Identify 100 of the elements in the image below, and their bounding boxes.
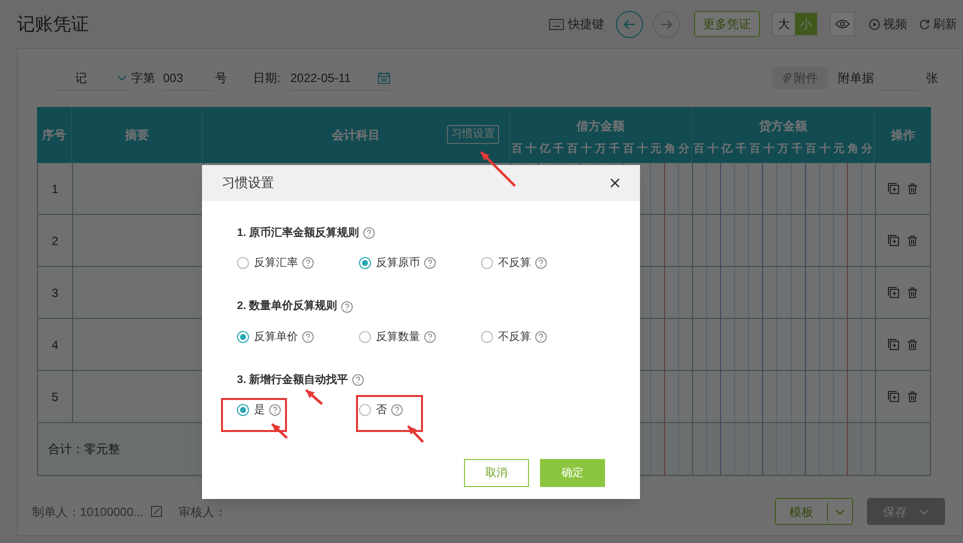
annotation-box <box>356 395 423 432</box>
digit-label: 千 <box>608 142 621 157</box>
video-button[interactable]: 视频 <box>869 15 907 33</box>
refresh-icon <box>919 18 930 30</box>
close-icon[interactable] <box>610 178 620 188</box>
row-number: 2 <box>38 215 73 266</box>
maker-name: 10100000... <box>80 504 144 520</box>
help-icon[interactable] <box>302 257 314 270</box>
column-header: 贷方金额 <box>758 118 808 135</box>
digit-label: 百 <box>566 142 580 157</box>
edit-icon[interactable] <box>151 506 162 517</box>
forward-button[interactable] <box>653 10 680 38</box>
digit-label: 元 <box>650 142 663 157</box>
digit-label: 百 <box>804 142 818 157</box>
help-icon[interactable] <box>424 257 436 270</box>
row-number: 5 <box>38 371 73 422</box>
habit-settings-button[interactable]: 习惯设置 <box>447 125 499 144</box>
radio-option[interactable]: 反算数量 <box>359 328 420 345</box>
digit-label: 百 <box>510 142 524 157</box>
help-icon[interactable] <box>302 330 314 343</box>
digit-label: 十 <box>762 142 776 157</box>
digit-label: 十 <box>706 142 720 157</box>
page-title: 记账凭证 <box>17 12 89 36</box>
total-text: 合计：零元整 <box>48 441 120 458</box>
back-button[interactable] <box>616 10 643 38</box>
help-icon[interactable] <box>535 330 547 343</box>
play-icon <box>869 18 880 30</box>
section-title: 3. 新增行金额自动找平 <box>237 372 348 388</box>
help-icon[interactable] <box>363 227 376 239</box>
radio-option[interactable]: 是 <box>237 402 265 418</box>
trash-icon[interactable] <box>907 339 918 350</box>
insert-row-icon[interactable] <box>888 235 899 246</box>
keyboard-icon <box>549 18 564 30</box>
maker-label: 制单人： <box>32 504 80 520</box>
voucher-type-dropdown[interactable]: 记 <box>55 65 129 91</box>
radio-option[interactable]: 不反算 <box>481 328 531 345</box>
digit-label: 角 <box>846 142 860 157</box>
section-title: 1. 原币汇率金额反算规则 <box>237 226 360 241</box>
radio-option[interactable]: 反算原币 <box>359 255 420 272</box>
digit-label: 十 <box>524 142 538 157</box>
template-button[interactable]: 模板 <box>775 498 853 525</box>
help-icon[interactable] <box>269 404 281 416</box>
digit-label: 亿 <box>538 142 552 157</box>
reviewer-label: 审核人： <box>178 504 226 520</box>
chevron-down-icon <box>117 74 127 80</box>
chevron-down-icon <box>835 508 845 514</box>
digit-label: 百 <box>692 142 706 157</box>
annotation-arrow <box>407 425 424 443</box>
annotation-arrow <box>305 389 323 405</box>
insert-row-icon[interactable] <box>888 287 899 298</box>
radio-option[interactable]: 否 <box>359 402 387 418</box>
digit-label: 元 <box>832 142 846 157</box>
digit-label: 万 <box>594 142 607 157</box>
help-icon[interactable] <box>391 404 403 416</box>
digit-label: 百 <box>622 142 635 157</box>
help-icon[interactable] <box>424 330 436 343</box>
view-button[interactable] <box>830 12 855 36</box>
eye-icon <box>835 19 850 29</box>
radio-option[interactable]: 反算汇率 <box>237 255 298 272</box>
trash-icon[interactable] <box>907 287 918 298</box>
shortcut-button[interactable]: 快捷键 <box>549 15 604 33</box>
help-icon[interactable] <box>352 374 364 386</box>
more-vouchers-button[interactable]: 更多凭证 <box>694 11 760 37</box>
number-suffix: 号 <box>215 70 227 87</box>
trash-icon[interactable] <box>907 183 918 194</box>
digit-label: 千 <box>790 142 804 157</box>
chevron-down-icon <box>919 508 929 514</box>
help-icon[interactable] <box>535 257 547 270</box>
column-header: 借方金额 <box>575 118 626 135</box>
calendar-icon <box>378 72 390 84</box>
annotation-box <box>221 398 287 432</box>
row-number: 1 <box>38 163 73 214</box>
confirm-button[interactable]: 确定 <box>540 459 605 487</box>
refresh-button[interactable]: 刷新 <box>919 15 957 33</box>
radio-option[interactable]: 不反算 <box>481 255 531 272</box>
date-label: 日期: <box>253 70 280 87</box>
voucher-number-field[interactable]: 003 <box>163 65 213 91</box>
docs-unit: 张 <box>926 70 938 87</box>
insert-row-icon[interactable] <box>888 183 899 194</box>
row-number: 3 <box>38 267 73 318</box>
digit-label: 分 <box>678 142 691 157</box>
help-icon[interactable] <box>341 300 354 312</box>
digit-label: 分 <box>860 142 874 157</box>
radio-option[interactable]: 反算单价 <box>237 328 298 345</box>
attached-docs-label: 附单据 <box>838 70 874 87</box>
word-label: 字第 <box>131 70 155 87</box>
date-field[interactable]: 2022-05-11 <box>290 65 390 91</box>
dialog-title: 习惯设置 <box>222 174 274 192</box>
insert-row-icon[interactable] <box>888 339 899 350</box>
trash-icon[interactable] <box>907 235 918 246</box>
insert-row-icon[interactable] <box>888 391 899 402</box>
digit-label: 万 <box>776 142 790 157</box>
annotation-arrow <box>271 423 288 439</box>
digit-label: 百 <box>748 142 762 157</box>
column-header: 会计科目 <box>332 127 380 144</box>
cancel-button[interactable]: 取消 <box>464 459 529 487</box>
digit-label: 千 <box>734 142 748 157</box>
arrow-right-icon <box>660 18 673 30</box>
digit-label: 十 <box>580 142 594 157</box>
trash-icon[interactable] <box>907 391 918 402</box>
